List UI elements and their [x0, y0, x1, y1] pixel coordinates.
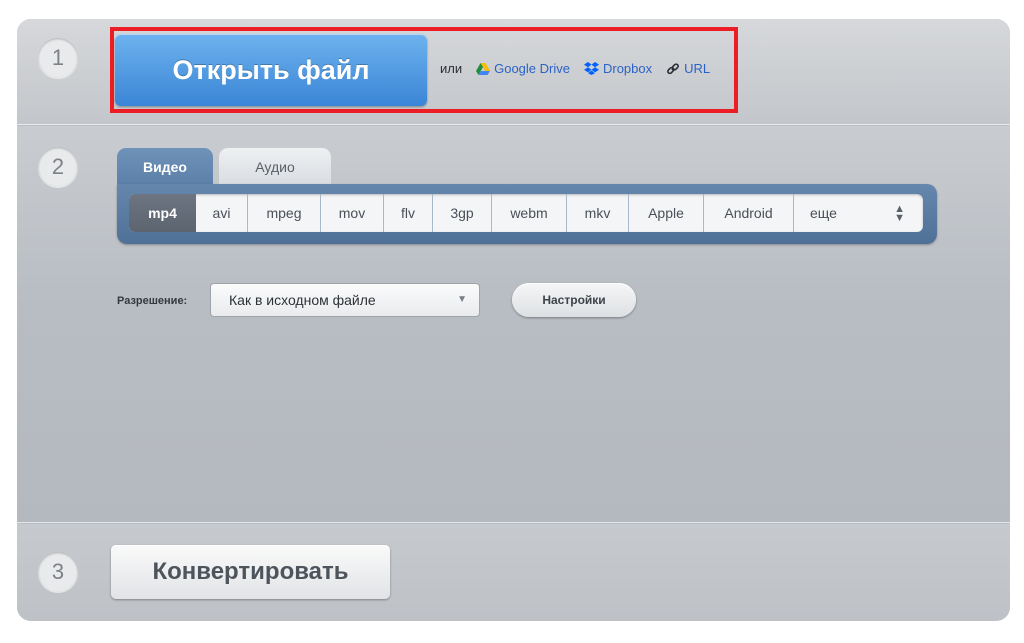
format-avi[interactable]: avi	[196, 194, 248, 232]
dropbox-label: Dropbox	[602, 61, 653, 76]
google-drive-icon	[476, 62, 491, 75]
format-webm[interactable]: webm	[492, 194, 567, 232]
format-list: mp4 avi mpeg mov flv 3gp webm mkv Apple …	[129, 194, 923, 232]
dropbox-icon	[583, 62, 599, 75]
dropdown-caret-icon: ▼	[457, 294, 467, 305]
step-2-section: 2 Видео Аудио mp4 avi mpeg mov flv 3gp w…	[17, 126, 1010, 523]
link-icon	[667, 62, 680, 74]
resolution-label: Разрешение:	[117, 295, 188, 307]
format-more-dropdown[interactable]: еще ▲ ▼	[794, 194, 923, 232]
format-flv[interactable]: flv	[384, 194, 433, 232]
step-1-section: 1 Открыть файл или Google Drive Dropbox …	[17, 19, 1010, 125]
format-mkv[interactable]: mkv	[567, 194, 629, 232]
sort-arrows-icon: ▲ ▼	[894, 203, 905, 224]
url-label: URL	[684, 61, 711, 76]
convert-button[interactable]: Конвертировать	[111, 545, 390, 599]
resolution-select[interactable]: Как в исходном файле ▼	[210, 283, 480, 317]
format-apple[interactable]: Apple	[629, 194, 704, 232]
alternative-sources: или Google Drive Dropbox URL	[440, 61, 724, 76]
url-link[interactable]: URL	[666, 61, 710, 76]
converter-panel: 1 Открыть файл или Google Drive Dropbox …	[17, 19, 1010, 621]
format-3gp[interactable]: 3gp	[433, 194, 492, 232]
or-label: или	[440, 61, 463, 76]
format-bar: mp4 avi mpeg mov flv 3gp webm mkv Apple …	[117, 184, 937, 244]
tab-video[interactable]: Видео	[117, 148, 213, 188]
more-label: еще	[810, 205, 837, 221]
format-mov[interactable]: mov	[321, 194, 384, 232]
step-number-2: 2	[38, 147, 78, 187]
format-android[interactable]: Android	[704, 194, 794, 232]
resolution-value: Как в исходном файле	[229, 292, 376, 308]
step-number-3: 3	[38, 552, 78, 592]
google-drive-label: Google Drive	[494, 61, 570, 76]
tab-audio[interactable]: Аудио	[219, 148, 331, 185]
open-file-button[interactable]: Открыть файл	[115, 34, 427, 106]
settings-button[interactable]: Настройки	[512, 283, 636, 317]
format-mpeg[interactable]: mpeg	[248, 194, 321, 232]
dropbox-link[interactable]: Dropbox	[583, 61, 653, 76]
step-number-1: 1	[38, 38, 78, 78]
google-drive-link[interactable]: Google Drive	[476, 61, 570, 76]
step-3-section: 3 Конвертировать	[17, 524, 1010, 621]
format-mp4[interactable]: mp4	[129, 194, 196, 232]
